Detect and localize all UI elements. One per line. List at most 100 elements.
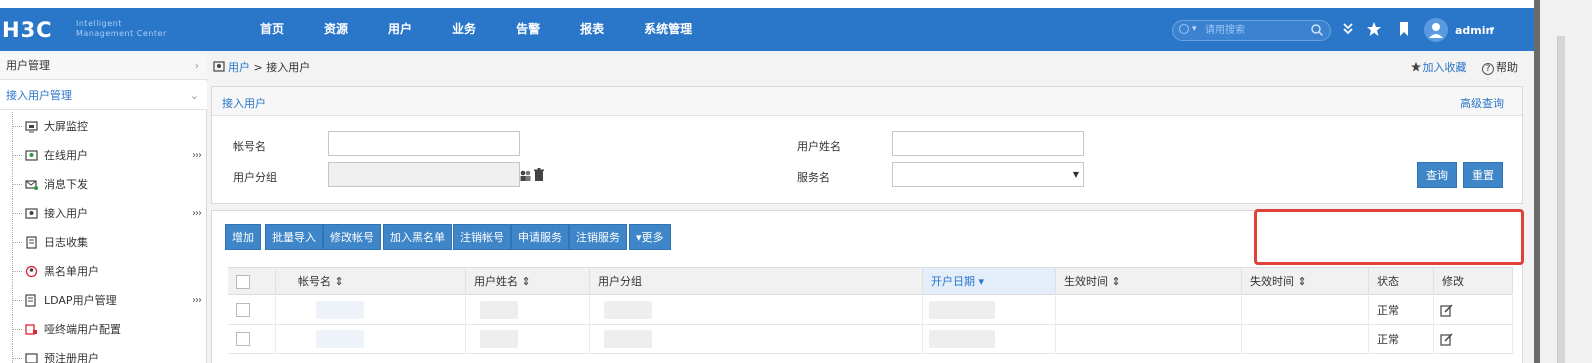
tree-line xyxy=(12,329,22,330)
add-button[interactable]: 增加 xyxy=(225,224,261,250)
batch-import-button[interactable]: 批量导入 xyxy=(265,224,323,250)
current-user-name[interactable]: admin xyxy=(1455,24,1493,37)
window-right-edge xyxy=(1534,0,1592,363)
redacted-value xyxy=(480,301,518,319)
select-all-checkbox[interactable] xyxy=(236,275,250,289)
expand-more-icon[interactable]: ››› xyxy=(192,286,202,315)
sidebar-item-ldap[interactable]: LDAP用户管理 ››› xyxy=(0,286,207,315)
page-actions: 加入收藏 ? 帮助 xyxy=(1404,59,1518,75)
sidebar-section-access-user-management[interactable]: 接入用户管理 ⌄ xyxy=(0,81,207,110)
breadcrumb-link-user[interactable]: 用户 xyxy=(228,61,250,74)
account-cell[interactable] xyxy=(276,325,466,354)
nav-user[interactable]: 用户 xyxy=(368,8,432,51)
help-link[interactable]: ? 帮助 xyxy=(1476,61,1518,75)
nav-report[interactable]: 报表 xyxy=(560,8,624,51)
sidebar-item-dumb-terminal[interactable]: 哑终端用户配置 xyxy=(0,315,207,344)
account-input[interactable] xyxy=(328,131,520,156)
sidebar-item-preregister[interactable]: 预注册用户 xyxy=(0,344,207,363)
header-open-date[interactable]: 开户日期 ▾ xyxy=(923,267,1056,295)
sidebar-item-log-collection[interactable]: 日志收集 xyxy=(0,228,207,257)
help-icon: ? xyxy=(1482,63,1494,75)
header-edit: 修改 xyxy=(1434,267,1513,295)
logo-subtitle: Intelligent Management Center xyxy=(76,19,186,39)
sidebar-item-label: LDAP用户管理 xyxy=(44,294,117,307)
main-content: 用户 > 接入用户 加入收藏 ? 帮助 接入用户 高级查询 帐号名 用户分组 用户… xyxy=(207,51,1534,363)
logo-text: H3C xyxy=(2,18,53,42)
redacted-value xyxy=(316,301,364,319)
tree-line xyxy=(12,213,22,214)
nav-alarm[interactable]: 告警 xyxy=(496,8,560,51)
tree-line xyxy=(12,242,22,243)
sidebar-item-online-users[interactable]: 在线用户 ››› xyxy=(0,141,207,170)
edit-icon[interactable] xyxy=(1440,304,1453,317)
status-cell: 正常 xyxy=(1369,325,1434,354)
cancel-account-button[interactable]: 注销帐号 xyxy=(453,224,511,250)
add-blacklist-button[interactable]: 加入黑名单 xyxy=(383,224,452,250)
redacted-value xyxy=(604,301,652,319)
header-expire-time[interactable]: 失效时间 ⇕ xyxy=(1242,267,1369,295)
search-icon[interactable] xyxy=(1310,23,1324,37)
query-panel: 接入用户 高级查询 帐号名 用户分组 用户姓名 服务名 ▼ 查询 重置 xyxy=(211,86,1523,204)
help-label: 帮助 xyxy=(1496,61,1518,74)
effective-time-cell xyxy=(1056,325,1242,354)
search-scope-caret-icon[interactable]: ▾ xyxy=(1192,24,1197,34)
reset-button[interactable]: 重置 xyxy=(1463,162,1503,188)
breadcrumb-separator: > xyxy=(250,61,267,74)
account-cell[interactable] xyxy=(276,296,466,325)
status-cell: 正常 xyxy=(1369,296,1434,325)
sidebar-item-dashboard[interactable]: 大屏监控 xyxy=(0,112,207,141)
trash-icon[interactable] xyxy=(533,168,545,182)
global-search[interactable]: ▾ xyxy=(1172,20,1331,41)
cancel-service-button[interactable]: 注销服务 xyxy=(569,224,627,250)
header-status: 状态 xyxy=(1369,267,1434,295)
sidebar-item-message[interactable]: 消息下发 xyxy=(0,170,207,199)
username-input[interactable] xyxy=(892,131,1084,156)
nav-resource[interactable]: 资源 xyxy=(304,8,368,51)
add-favorite-link[interactable]: 加入收藏 xyxy=(1410,61,1467,74)
online-user-icon xyxy=(25,150,38,161)
star-icon[interactable] xyxy=(1365,21,1383,39)
nav-home[interactable]: 首页 xyxy=(240,8,304,51)
account-label: 帐号名 xyxy=(233,140,266,153)
user-group-cell xyxy=(590,325,923,354)
sidebar-item-label: 在线用户 xyxy=(44,149,88,162)
advanced-query-link[interactable]: 高级查询 xyxy=(1460,95,1504,111)
user-menu-caret-icon[interactable]: ▾ xyxy=(1490,25,1495,35)
avatar-icon[interactable] xyxy=(1424,18,1448,42)
more-button[interactable]: ▾更多 xyxy=(629,224,671,250)
modify-account-button[interactable]: 修改帐号 xyxy=(323,224,381,250)
header-username[interactable]: 用户姓名 ⇕ xyxy=(466,267,590,295)
expand-more-icon[interactable]: ››› xyxy=(192,199,202,228)
vertical-scrollbar[interactable] xyxy=(1557,36,1565,363)
select-group-icon[interactable] xyxy=(519,169,532,182)
user-group-cell xyxy=(590,296,923,325)
sidebar-section-user-management[interactable]: 用户管理 › xyxy=(0,51,207,80)
redacted-value xyxy=(316,330,364,348)
edit-icon[interactable] xyxy=(1440,333,1453,346)
tree-line xyxy=(12,358,22,359)
global-search-input[interactable] xyxy=(1205,23,1305,38)
open-date-cell xyxy=(923,325,1056,354)
logo-subtitle-line1: Intelligent xyxy=(76,19,122,28)
sidebar-item-blacklist[interactable]: 黑名单用户 xyxy=(0,257,207,286)
redacted-value xyxy=(929,330,995,348)
row-checkbox[interactable] xyxy=(236,332,250,346)
header-account[interactable]: 帐号名 ⇕ xyxy=(276,267,466,295)
sidebar-item-access-users[interactable]: 接入用户 ››› xyxy=(0,199,207,228)
service-select[interactable]: ▼ xyxy=(892,162,1084,187)
tree-line xyxy=(12,126,22,127)
expand-more-icon[interactable]: ››› xyxy=(192,141,202,170)
nav-service[interactable]: 业务 xyxy=(432,8,496,51)
breadcrumb: 用户 > 接入用户 xyxy=(213,59,310,75)
apply-service-button[interactable]: 申请服务 xyxy=(511,224,569,250)
user-group-input[interactable] xyxy=(328,162,520,187)
search-scope-icon[interactable] xyxy=(1179,24,1189,34)
header-effective-time[interactable]: 生效时间 ⇕ xyxy=(1056,267,1242,295)
double-chevron-down-icon[interactable] xyxy=(1339,21,1357,39)
blacklist-icon xyxy=(25,265,38,278)
header-select-all xyxy=(228,267,276,295)
nav-system[interactable]: 系统管理 xyxy=(624,8,712,51)
query-button[interactable]: 查询 xyxy=(1417,162,1457,188)
bookmark-icon[interactable] xyxy=(1395,21,1413,39)
row-checkbox[interactable] xyxy=(236,303,250,317)
